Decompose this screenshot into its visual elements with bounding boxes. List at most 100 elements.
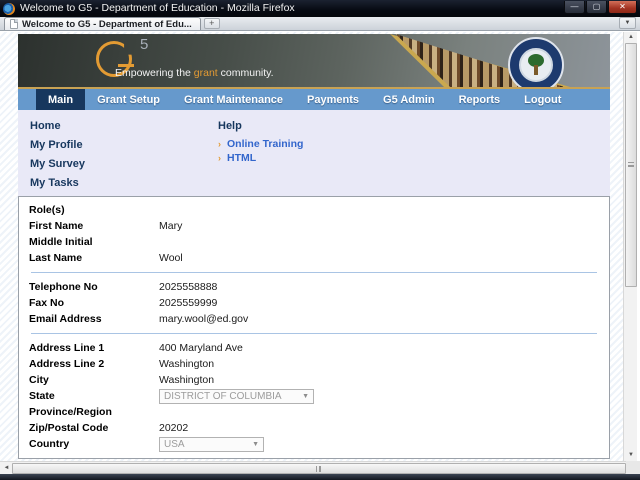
seal-trunk-icon [534,65,538,75]
submenu-my-tasks[interactable]: My Tasks [30,177,218,189]
help-html-link[interactable]: › HTML [218,152,303,164]
form-row-email: Email Address mary.wool@ed.gov [29,311,599,327]
window-bottom-edge [0,474,640,480]
seal-inner [519,48,553,82]
submenu-left-links: Home My Profile My Survey My Tasks [30,120,218,196]
form-row-last-name: Last Name Wool [29,250,599,266]
field-label: First Name [29,220,159,232]
submenu-my-survey[interactable]: My Survey [30,158,218,170]
field-value: 400 Maryland Ave [159,342,243,354]
field-value: Washington [159,358,214,370]
help-link-label: HTML [227,152,256,164]
form-row-first-name: First Name Mary [29,218,599,234]
state-select[interactable]: DISTRICT OF COLUMBIA ▼ [159,389,314,404]
field-label: Address Line 2 [29,358,159,370]
scroll-down-icon[interactable]: ▼ [625,450,637,461]
profile-form: Role(s) First Name Mary Middle Initial L… [18,196,610,459]
chevron-down-icon: ▼ [302,393,309,400]
form-row-middle-initial: Middle Initial [29,234,599,250]
list-tabs-button[interactable]: ▼ [619,17,636,29]
section-divider [31,333,597,334]
tagline-post: community. [218,67,274,79]
main-nav: Main Grant Setup Grant Maintenance Payme… [18,89,610,110]
field-label: Email Address [29,313,159,325]
field-label: Telephone No [29,281,159,293]
country-select[interactable]: USA ▼ [159,437,264,452]
form-row-province: Province/Region [29,404,599,420]
banner-tagline: Empowering the grant community. [115,67,274,79]
chevron-right-icon: › [218,153,221,163]
field-label: State [29,390,159,402]
page-viewport: 5 Empowering the grant community. Main G… [0,32,624,461]
field-label: Role(s) [29,204,159,216]
form-row-country: Country USA ▼ [29,436,599,452]
section-divider [31,272,597,273]
field-label: Middle Initial [29,236,159,248]
horizontal-scroll-thumb[interactable] [12,463,626,474]
nav-payments[interactable]: Payments [295,89,371,110]
form-row-city: City Washington [29,372,599,388]
scroll-up-icon[interactable]: ▲ [625,32,637,43]
nav-main[interactable]: Main [36,89,85,110]
nav-grant-maintenance[interactable]: Grant Maintenance [172,89,295,110]
nav-reports[interactable]: Reports [447,89,513,110]
field-value: 2025559999 [159,297,217,309]
nav-logout[interactable]: Logout [512,89,573,110]
title-bar: Welcome to G5 - Department of Education … [0,0,640,17]
field-label: Fax No [29,297,159,309]
field-label: Province/Region [29,406,159,418]
tagline-pre: Empowering the [115,67,194,79]
vertical-scrollbar[interactable]: ▲ ▼ [623,32,637,461]
horizontal-scrollbar[interactable]: ◄ ► [0,461,640,474]
g5-logo-five: 5 [140,36,148,53]
new-tab-button[interactable]: + [204,18,220,29]
g5-banner: 5 Empowering the grant community. [18,34,610,87]
submenu-home[interactable]: Home [30,120,218,132]
department-of-education-seal [508,37,564,87]
field-value: DISTRICT OF COLUMBIA ▼ [159,389,314,404]
field-label: City [29,374,159,386]
nav-g5-admin[interactable]: G5 Admin [371,89,447,110]
nav-grant-setup[interactable]: Grant Setup [85,89,172,110]
tab-title: Welcome to G5 - Department of Edu... [22,19,192,30]
chevron-down-icon: ▼ [252,441,259,448]
active-tab[interactable]: Welcome to G5 - Department of Edu... [4,17,201,30]
scroll-grip [316,466,321,472]
page-body: 5 Empowering the grant community. Main G… [18,34,610,459]
submenu-my-profile[interactable]: My Profile [30,139,218,151]
field-label: Zip/Postal Code [29,422,159,434]
window-controls: — ▢ ✕ [564,1,637,14]
country-select-value: USA [164,439,185,450]
minimize-button[interactable]: — [564,1,585,14]
state-select-value: DISTRICT OF COLUMBIA [164,391,282,402]
field-value: 20202 [159,422,188,434]
page-icon [10,19,18,29]
scroll-grip [628,162,634,167]
field-value: Mary [159,220,182,232]
form-row-telephone: Telephone No 2025558888 [29,279,599,295]
form-row-zip: Zip/Postal Code 20202 [29,420,599,436]
browser-window: Welcome to G5 - Department of Education … [0,0,640,480]
form-row-roles: Role(s) [29,202,599,218]
vertical-scroll-thumb[interactable] [625,43,637,287]
form-row-state: State DISTRICT OF COLUMBIA ▼ [29,388,599,404]
scroll-left-icon[interactable]: ◄ [1,463,12,474]
submenu-help-section: Help › Online Training › HTML [218,120,303,196]
form-row-address1: Address Line 1 400 Maryland Ave [29,340,599,356]
field-value: Wool [159,252,183,264]
maximize-button[interactable]: ▢ [586,1,607,14]
window-title: Welcome to G5 - Department of Education … [20,0,295,17]
tab-bar: Welcome to G5 - Department of Edu... + ▼ [0,17,640,31]
submenu-panel: Home My Profile My Survey My Tasks Help … [18,110,610,196]
scrollbar-corner [626,461,640,474]
section-divider [31,458,597,459]
chevron-right-icon: › [218,139,221,149]
help-heading: Help [218,120,303,132]
field-value: mary.wool@ed.gov [159,313,248,325]
close-button[interactable]: ✕ [608,1,637,14]
field-value: 2025558888 [159,281,217,293]
help-online-training-link[interactable]: › Online Training [218,138,303,150]
form-row-address2: Address Line 2 Washington [29,356,599,372]
field-value: Washington [159,374,214,386]
help-link-label: Online Training [227,138,303,150]
